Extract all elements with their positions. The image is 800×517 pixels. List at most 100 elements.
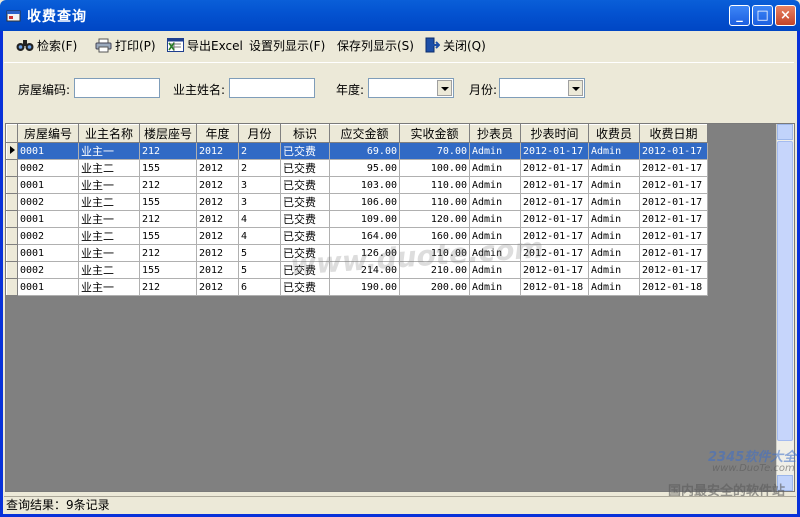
- table-row[interactable]: 0002 业主二 155 2012 4 已交费 164.00 160.00 Admin 2012-…: [6, 227, 708, 245]
- table-cell[interactable]: 212: [139, 210, 197, 228]
- table-cell[interactable]: Admin: [469, 176, 521, 194]
- table-cell[interactable]: 0001: [17, 210, 79, 228]
- table-cell[interactable]: 2012-01-17: [639, 193, 708, 211]
- table-cell[interactable]: 2012-01-17: [639, 227, 708, 245]
- table-cell[interactable]: 0002: [17, 227, 79, 245]
- export-excel-button[interactable]: 导出Excel: [167, 36, 243, 54]
- row-indicator[interactable]: [6, 159, 18, 177]
- scroll-up-button[interactable]: [777, 124, 793, 140]
- table-cell[interactable]: 业主二: [78, 261, 140, 279]
- table-cell[interactable]: 已交费: [280, 176, 330, 194]
- table-row[interactable]: 0001 业主一 212 2012 2 已交费 69.00 70.00 Admin 2012-01…: [6, 142, 708, 160]
- column-header[interactable]: 月份: [238, 124, 281, 143]
- table-cell[interactable]: 103.00: [329, 176, 400, 194]
- table-cell[interactable]: 2: [238, 159, 281, 177]
- table-cell[interactable]: 200.00: [399, 278, 470, 296]
- table-cell[interactable]: Admin: [469, 210, 521, 228]
- save-columns-button[interactable]: 保存列显示(S): [337, 36, 414, 54]
- table-cell[interactable]: 212: [139, 142, 197, 160]
- table-cell[interactable]: 3: [238, 193, 281, 211]
- table-cell[interactable]: 106.00: [329, 193, 400, 211]
- table-cell[interactable]: 已交费: [280, 193, 330, 211]
- table-cell[interactable]: 6: [238, 278, 281, 296]
- table-row[interactable]: 0001 业主一 212 2012 6 已交费 190.00 200.00 Admin 2012-…: [6, 278, 708, 296]
- table-cell[interactable]: Admin: [588, 193, 640, 211]
- table-cell[interactable]: 110.00: [399, 193, 470, 211]
- table-cell[interactable]: Admin: [588, 176, 640, 194]
- table-row[interactable]: 0002 业主二 155 2012 2 已交费 95.00 100.00 Admin 2012-0…: [6, 159, 708, 177]
- table-cell[interactable]: 业主一: [78, 278, 140, 296]
- column-header[interactable]: 房屋编号: [17, 124, 79, 143]
- table-cell[interactable]: 3: [238, 176, 281, 194]
- table-cell[interactable]: 155: [139, 159, 197, 177]
- table-cell[interactable]: Admin: [588, 278, 640, 296]
- table-cell[interactable]: 0002: [17, 193, 79, 211]
- table-row[interactable]: 0001 业主一 212 2012 4 已交费 109.00 120.00 Admin 2012-…: [6, 210, 708, 228]
- column-header[interactable]: 抄表时间: [520, 124, 589, 143]
- year-select[interactable]: [368, 78, 454, 98]
- table-cell[interactable]: 业主一: [78, 176, 140, 194]
- table-row[interactable]: 0002 业主二 155 2012 3 已交费 106.00 110.00 Admin 2012-…: [6, 193, 708, 211]
- table-cell[interactable]: 2: [238, 142, 281, 160]
- table-cell[interactable]: 已交费: [280, 278, 330, 296]
- table-cell[interactable]: 2012: [196, 227, 239, 245]
- table-cell[interactable]: 2012: [196, 261, 239, 279]
- table-cell[interactable]: 2012-01-17: [520, 176, 589, 194]
- table-cell[interactable]: 2012-01-17: [639, 261, 708, 279]
- table-cell[interactable]: 212: [139, 244, 197, 262]
- table-cell[interactable]: 155: [139, 193, 197, 211]
- row-indicator[interactable]: [6, 278, 18, 296]
- row-indicator[interactable]: [6, 227, 18, 245]
- column-header[interactable]: 年度: [196, 124, 239, 143]
- table-cell[interactable]: 69.00: [329, 142, 400, 160]
- table-cell[interactable]: 2012: [196, 159, 239, 177]
- vertical-scrollbar[interactable]: [776, 124, 794, 491]
- table-cell[interactable]: 0001: [17, 142, 79, 160]
- column-header[interactable]: 实收金额: [399, 124, 470, 143]
- table-cell[interactable]: 2012: [196, 142, 239, 160]
- table-cell[interactable]: 业主二: [78, 193, 140, 211]
- row-indicator[interactable]: [6, 142, 18, 160]
- table-cell[interactable]: 业主一: [78, 244, 140, 262]
- table-cell[interactable]: 2012-01-17: [639, 176, 708, 194]
- table-cell[interactable]: 5: [238, 261, 281, 279]
- house-code-input[interactable]: [74, 78, 160, 98]
- table-cell[interactable]: Admin: [588, 227, 640, 245]
- row-indicator[interactable]: [6, 210, 18, 228]
- table-cell[interactable]: 已交费: [280, 227, 330, 245]
- table-cell[interactable]: 155: [139, 227, 197, 245]
- table-cell[interactable]: 2012: [196, 176, 239, 194]
- table-cell[interactable]: 5: [238, 244, 281, 262]
- print-button[interactable]: 打印(P): [95, 36, 156, 54]
- table-cell[interactable]: 0002: [17, 159, 79, 177]
- owner-name-input[interactable]: [229, 78, 315, 98]
- table-cell[interactable]: 212: [139, 278, 197, 296]
- table-cell[interactable]: 0001: [17, 244, 79, 262]
- table-cell[interactable]: 业主一: [78, 142, 140, 160]
- table-cell[interactable]: 2012: [196, 278, 239, 296]
- table-cell[interactable]: 2012: [196, 193, 239, 211]
- table-cell[interactable]: 业主二: [78, 227, 140, 245]
- month-select[interactable]: [499, 78, 585, 98]
- column-header[interactable]: 应交金额: [329, 124, 400, 143]
- scroll-thumb[interactable]: [777, 141, 793, 441]
- column-header[interactable]: 收费员: [588, 124, 640, 143]
- table-cell[interactable]: Admin: [588, 142, 640, 160]
- table-cell[interactable]: 2012-01-17: [520, 159, 589, 177]
- table-row[interactable]: 0001 业主一 212 2012 3 已交费 103.00 110.00 Admin 2012-…: [6, 176, 708, 194]
- table-cell[interactable]: 70.00: [399, 142, 470, 160]
- table-cell[interactable]: 已交费: [280, 159, 330, 177]
- table-cell[interactable]: 2012-01-17: [520, 193, 589, 211]
- table-cell[interactable]: Admin: [588, 261, 640, 279]
- table-cell[interactable]: 2012-01-17: [639, 244, 708, 262]
- table-cell[interactable]: 120.00: [399, 210, 470, 228]
- row-indicator[interactable]: [6, 261, 18, 279]
- close-window-button[interactable]: ×: [775, 5, 796, 26]
- close-button[interactable]: 关闭(Q): [424, 36, 486, 54]
- table-cell[interactable]: 2012-01-17: [520, 142, 589, 160]
- table-cell[interactable]: 2012-01-17: [639, 210, 708, 228]
- table-cell[interactable]: 已交费: [280, 210, 330, 228]
- table-cell[interactable]: 业主二: [78, 159, 140, 177]
- table-cell[interactable]: 190.00: [329, 278, 400, 296]
- table-cell[interactable]: Admin: [469, 193, 521, 211]
